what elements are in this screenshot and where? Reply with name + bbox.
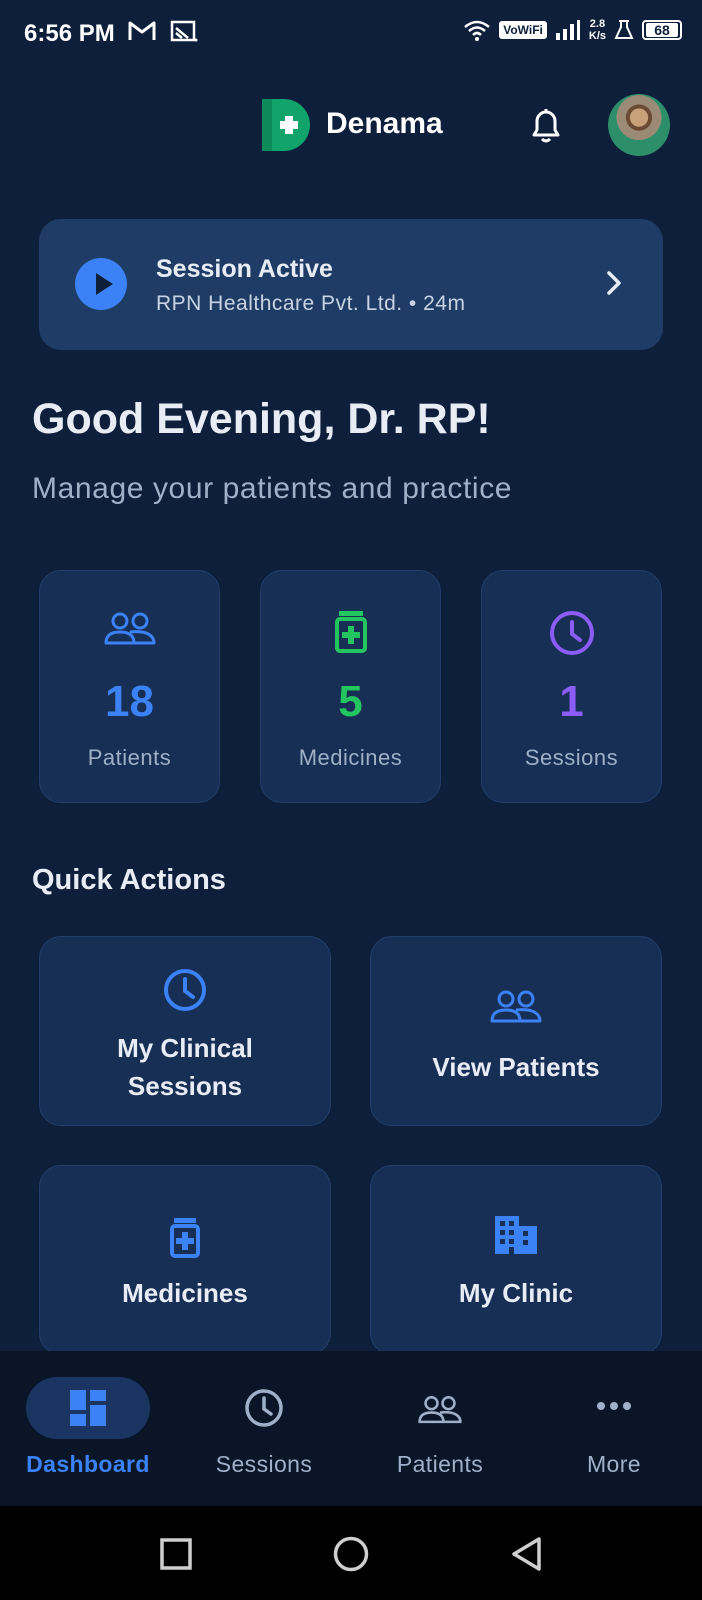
cast-icon bbox=[170, 20, 198, 42]
stat-label: Sessions bbox=[524, 745, 619, 770]
nav-label: More bbox=[586, 1451, 641, 1477]
nav-label: Dashboard bbox=[26, 1451, 150, 1477]
stat-label: Medicines bbox=[298, 745, 403, 770]
clock-icon bbox=[245, 1389, 283, 1427]
action-my-clinic[interactable]: My Clinic bbox=[370, 1165, 662, 1355]
wifi-icon bbox=[464, 20, 491, 41]
session-subtitle: RPN Healthcare Pvt. Ltd. • 24m bbox=[156, 292, 466, 315]
status-notification-icons bbox=[128, 20, 198, 42]
building-icon bbox=[495, 1216, 537, 1254]
stat-value: 18 bbox=[105, 677, 154, 726]
stat-label: Patients bbox=[87, 745, 172, 770]
nav-item-patients[interactable]: Patients bbox=[352, 1351, 528, 1506]
nav-item-more[interactable]: More bbox=[526, 1351, 702, 1506]
system-nav-bar bbox=[0, 1506, 702, 1600]
nav-item-dashboard[interactable]: Dashboard bbox=[0, 1351, 176, 1506]
status-bar: 6:56 PM VoWiFi 2.8 K/s 68 bbox=[0, 0, 702, 70]
gmail-icon bbox=[128, 21, 156, 40]
avatar[interactable] bbox=[608, 94, 670, 156]
status-system-icons: VoWiFi 2.8 K/s 68 bbox=[463, 18, 682, 42]
more-dots-icon bbox=[597, 1402, 631, 1410]
users-icon bbox=[418, 1395, 462, 1424]
users-icon bbox=[104, 612, 155, 645]
dashboard-icon bbox=[70, 1390, 106, 1426]
notification-bell-icon[interactable] bbox=[528, 105, 564, 145]
action-medicines[interactable]: Medicines bbox=[39, 1165, 331, 1355]
users-icon bbox=[490, 990, 542, 1023]
home-circle-icon[interactable] bbox=[333, 1536, 369, 1572]
back-triangle-icon[interactable] bbox=[510, 1536, 542, 1572]
status-time: 6:56 PM bbox=[24, 20, 115, 47]
action-label: My Clinic bbox=[458, 1278, 574, 1308]
action-label: View Patients bbox=[432, 1052, 600, 1082]
medicine-bottle-icon bbox=[334, 611, 367, 653]
recents-square-icon[interactable] bbox=[160, 1538, 192, 1570]
stat-card-medicines[interactable]: 5 Medicines bbox=[260, 570, 441, 803]
nav-item-sessions[interactable]: Sessions bbox=[176, 1351, 352, 1506]
battery-indicator: 68 bbox=[642, 20, 682, 40]
clock-icon bbox=[549, 611, 594, 655]
greeting-subtitle: Manage your patients and practice bbox=[32, 472, 513, 505]
stat-value: 1 bbox=[559, 677, 584, 726]
clock-icon bbox=[164, 969, 206, 1011]
action-view-patients[interactable]: View Patients bbox=[370, 936, 662, 1126]
chevron-right-icon bbox=[607, 271, 621, 295]
medicine-bottle-icon bbox=[170, 1218, 200, 1258]
vowifi-badge: VoWiFi bbox=[499, 21, 547, 39]
app-header: Denama bbox=[0, 85, 702, 165]
nav-label: Sessions bbox=[215, 1451, 313, 1477]
action-label: My Clinical Sessions bbox=[117, 1033, 253, 1101]
signal-icon bbox=[555, 20, 580, 40]
session-title: Session Active bbox=[156, 255, 333, 283]
play-icon bbox=[75, 258, 127, 310]
quick-actions-title: Quick Actions bbox=[32, 864, 226, 896]
stat-value: 5 bbox=[338, 677, 363, 726]
action-label: Medicines bbox=[122, 1278, 248, 1308]
greeting-title: Good Evening, Dr. RP! bbox=[32, 395, 491, 443]
nav-label: Patients bbox=[396, 1451, 484, 1477]
stat-card-patients[interactable]: 18 Patients bbox=[39, 570, 220, 803]
bottom-nav: Dashboard Sessions Patients More bbox=[0, 1351, 702, 1506]
action-my-clinical-sessions[interactable]: My Clinical Sessions bbox=[39, 936, 331, 1126]
session-active-banner[interactable]: Session Active RPN Healthcare Pvt. Ltd. … bbox=[39, 219, 663, 350]
network-speed: 2.8 K/s bbox=[588, 18, 606, 42]
flask-icon bbox=[614, 20, 634, 39]
brand-name: Denama bbox=[326, 107, 443, 140]
stat-card-sessions[interactable]: 1 Sessions bbox=[481, 570, 662, 803]
denama-logo bbox=[262, 99, 310, 151]
